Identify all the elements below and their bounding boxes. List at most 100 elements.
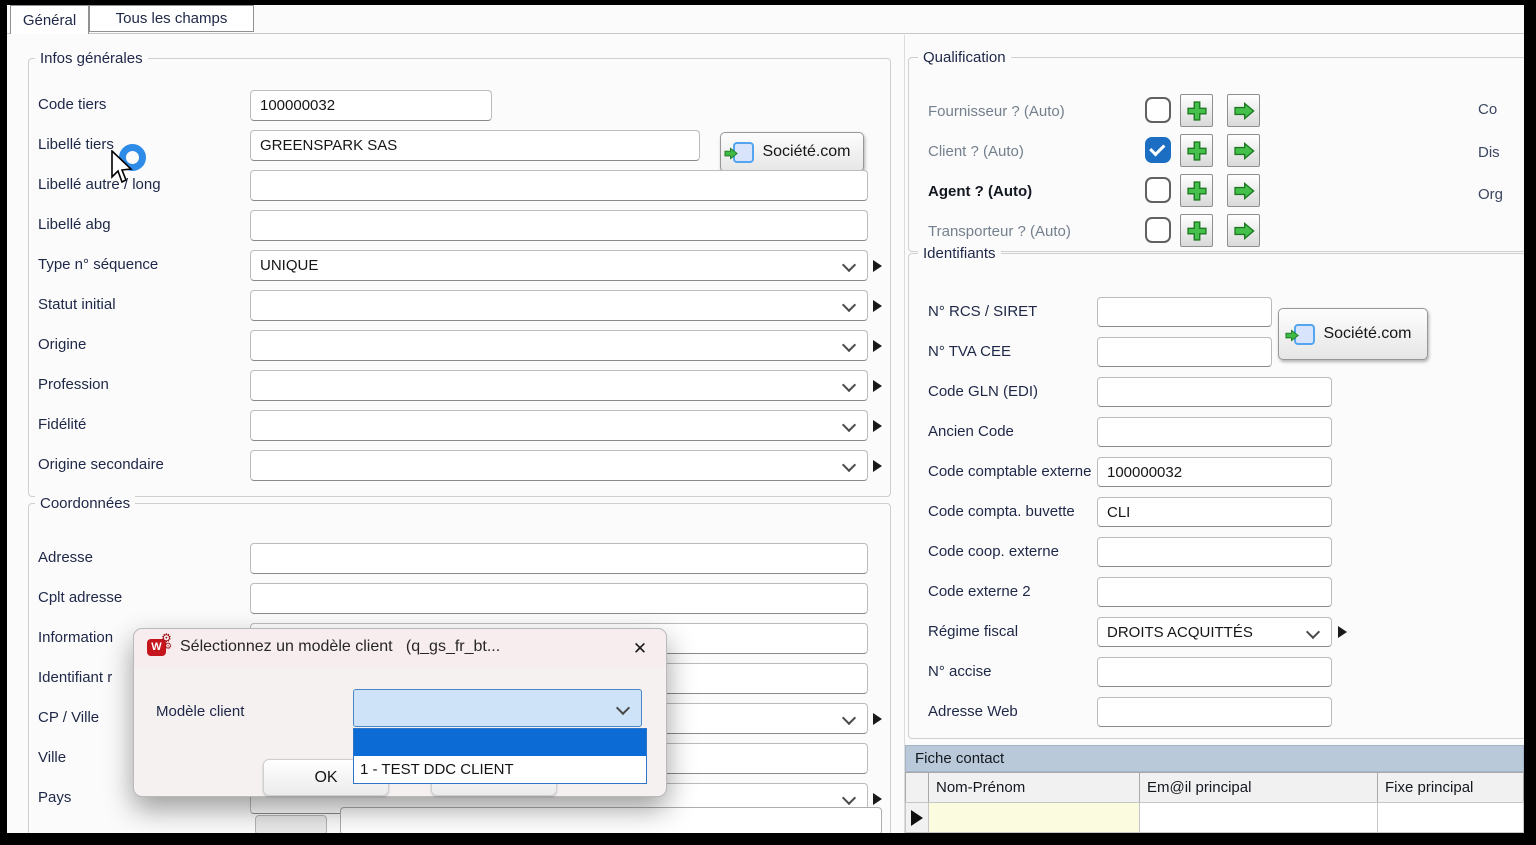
field-label: Code compta. buvette bbox=[928, 503, 1075, 520]
group-title: Infos générales bbox=[35, 50, 148, 67]
chevron-down-icon[interactable] bbox=[842, 791, 856, 805]
code-comptable-externe-input[interactable]: 100000032 bbox=[1097, 457, 1332, 487]
rcs-siret-input[interactable] bbox=[1097, 297, 1272, 327]
modele-client-combo[interactable] bbox=[353, 689, 642, 727]
gear-icon bbox=[164, 642, 172, 652]
regime-fiscal-combo[interactable]: DROITS ACQUITTÉS bbox=[1097, 617, 1332, 647]
chevron-down-icon[interactable] bbox=[842, 458, 856, 472]
agent-plus-button[interactable] bbox=[1180, 174, 1213, 207]
fournisseur-checkbox[interactable] bbox=[1145, 97, 1171, 123]
cplt-adresse-input[interactable] bbox=[250, 583, 868, 614]
group-title: Coordonnées bbox=[35, 495, 135, 512]
close-icon[interactable]: ✕ bbox=[627, 636, 653, 662]
field-label: N° RCS / SIRET bbox=[928, 303, 1037, 320]
field-label: Libellé autre / long bbox=[38, 176, 161, 193]
context-arrow-icon[interactable] bbox=[873, 340, 882, 352]
context-arrow-icon[interactable] bbox=[873, 420, 882, 432]
chevron-down-icon[interactable] bbox=[842, 711, 856, 725]
profession-combo[interactable] bbox=[250, 370, 868, 401]
contact-cell-email[interactable] bbox=[1139, 802, 1378, 833]
transporteur-plus-button[interactable] bbox=[1180, 214, 1213, 247]
chevron-down-icon[interactable] bbox=[842, 338, 856, 352]
cut-label: Dis bbox=[1478, 144, 1500, 161]
fournisseur-plus-button[interactable] bbox=[1180, 94, 1213, 127]
chevron-down-icon[interactable] bbox=[842, 418, 856, 432]
field-label: Fidélité bbox=[38, 416, 86, 433]
contact-table-header-fixe[interactable]: Fixe principal bbox=[1377, 772, 1524, 803]
field-label: Code GLN (EDI) bbox=[928, 383, 1038, 400]
transporteur-checkbox[interactable] bbox=[1145, 217, 1171, 243]
client-goto-button[interactable] bbox=[1227, 134, 1260, 167]
societe-button-label: Société.com bbox=[1323, 325, 1411, 343]
field-label: Ancien Code bbox=[928, 423, 1014, 440]
qualification-label: Client ? (Auto) bbox=[928, 143, 1024, 160]
field-label: Origine secondaire bbox=[38, 456, 164, 473]
code-externe-2-input[interactable] bbox=[1097, 577, 1332, 607]
tva-cee-input[interactable] bbox=[1097, 337, 1272, 367]
origine-combo[interactable] bbox=[250, 330, 868, 361]
origine-secondaire-combo[interactable] bbox=[250, 450, 868, 481]
contact-table-header-email[interactable]: Em@il principal bbox=[1139, 772, 1378, 803]
libelle-tiers-input[interactable]: GREENSPARK SAS bbox=[250, 130, 700, 161]
type-sequence-combo[interactable]: UNIQUE bbox=[250, 250, 868, 281]
partial-button[interactable] bbox=[255, 815, 327, 833]
contact-cell-nom[interactable] bbox=[928, 802, 1140, 833]
libelle-autre-input[interactable] bbox=[250, 170, 868, 201]
chevron-down-icon[interactable] bbox=[1306, 625, 1320, 639]
societe-com-button[interactable]: Société.com bbox=[720, 132, 864, 172]
context-arrow-icon[interactable] bbox=[873, 300, 882, 312]
tab-tous-les-champs[interactable]: Tous les champs bbox=[89, 5, 254, 32]
arrow-right-icon bbox=[1233, 100, 1255, 122]
fournisseur-goto-button[interactable] bbox=[1227, 94, 1260, 127]
partial-input[interactable] bbox=[340, 807, 882, 833]
statut-initial-combo[interactable] bbox=[250, 290, 868, 321]
adresse-input[interactable] bbox=[250, 543, 868, 574]
client-plus-button[interactable] bbox=[1180, 134, 1213, 167]
cut-label: Org bbox=[1478, 186, 1503, 203]
agent-goto-button[interactable] bbox=[1227, 174, 1260, 207]
dialog-title: Sélectionnez un modèle client (q_gs_fr_b… bbox=[180, 638, 500, 656]
tab-general[interactable]: Général bbox=[10, 5, 89, 34]
dropdown-item[interactable]: 1 - TEST DDC CLIENT bbox=[354, 756, 646, 783]
context-arrow-icon[interactable] bbox=[1338, 626, 1347, 638]
context-arrow-icon[interactable] bbox=[873, 380, 882, 392]
field-label: Code comptable externe bbox=[928, 463, 1091, 480]
agent-checkbox[interactable] bbox=[1145, 177, 1171, 203]
code-coop-externe-input[interactable] bbox=[1097, 537, 1332, 567]
fiche-contact-header: Fiche contact bbox=[905, 745, 1524, 772]
code-compta-buvette-input[interactable]: CLI bbox=[1097, 497, 1332, 527]
fidelite-combo[interactable] bbox=[250, 410, 868, 441]
chevron-down-icon[interactable] bbox=[842, 258, 856, 272]
adresse-web-input[interactable] bbox=[1097, 697, 1332, 727]
field-label: Origine bbox=[38, 336, 86, 353]
arrow-right-icon bbox=[1233, 140, 1255, 162]
contact-table-header-nom[interactable]: Nom-Prénom bbox=[928, 772, 1140, 803]
field-label: Adresse bbox=[38, 549, 93, 566]
field-label: CP / Ville bbox=[38, 709, 99, 726]
code-gln-input[interactable] bbox=[1097, 377, 1332, 407]
combo-value: UNIQUE bbox=[260, 257, 318, 274]
chevron-down-icon[interactable] bbox=[842, 378, 856, 392]
field-label: Pays bbox=[38, 789, 71, 806]
transporteur-goto-button[interactable] bbox=[1227, 214, 1260, 247]
chevron-down-icon[interactable] bbox=[842, 298, 856, 312]
libelle-abg-input[interactable] bbox=[250, 210, 868, 241]
context-arrow-icon[interactable] bbox=[873, 460, 882, 472]
context-arrow-icon[interactable] bbox=[873, 793, 882, 805]
field-label: Code tiers bbox=[38, 96, 106, 113]
modele-client-label: Modèle client bbox=[156, 703, 244, 720]
contact-row-selector[interactable] bbox=[905, 802, 929, 833]
contact-cell-fixe[interactable] bbox=[1377, 802, 1524, 833]
chevron-down-icon[interactable] bbox=[616, 701, 630, 715]
client-checkbox[interactable] bbox=[1145, 137, 1171, 163]
societe-com-button[interactable]: Société.com bbox=[1278, 308, 1428, 360]
context-arrow-icon[interactable] bbox=[873, 260, 882, 272]
ancien-code-input[interactable] bbox=[1097, 417, 1332, 447]
accise-input[interactable] bbox=[1097, 657, 1332, 687]
code-tiers-input[interactable]: 100000032 bbox=[250, 90, 492, 121]
context-arrow-icon[interactable] bbox=[873, 713, 882, 725]
plus-icon bbox=[1186, 180, 1208, 202]
dropdown-item-selected[interactable] bbox=[354, 729, 646, 756]
field-label: Ville bbox=[38, 749, 66, 766]
field-label: Code coop. externe bbox=[928, 543, 1059, 560]
